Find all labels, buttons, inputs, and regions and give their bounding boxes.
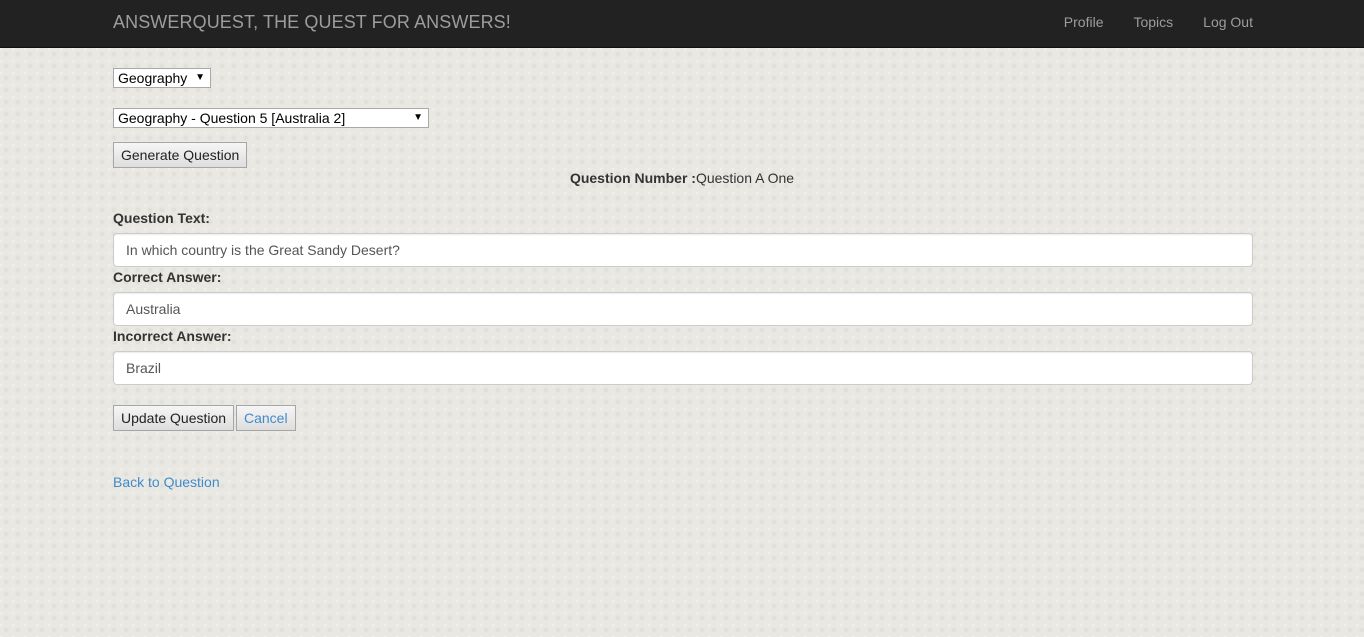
- question-number-value: Question A One: [695, 170, 795, 186]
- topic-select-value: Geography: [118, 70, 188, 86]
- nav-logout-link[interactable]: Log Out: [1203, 14, 1253, 30]
- top-navbar: ANSWERQUEST, THE QUEST FOR ANSWERS! Prof…: [0, 0, 1364, 48]
- question-select-value: Geography - Question 5 [Australia 2]: [118, 110, 346, 126]
- chevron-down-icon: ▼: [413, 112, 423, 123]
- question-text-input[interactable]: In which country is the Great Sandy Dese…: [113, 233, 1253, 267]
- nav-topics-link[interactable]: Topics: [1133, 14, 1173, 30]
- question-number-label: Question Number :: [569, 170, 696, 186]
- correct-answer-label: Correct Answer:: [113, 269, 222, 285]
- generate-question-button[interactable]: Generate Question: [113, 142, 248, 168]
- incorrect-answer-label: Incorrect Answer:: [113, 328, 232, 344]
- incorrect-answer-input[interactable]: Brazil: [113, 351, 1253, 385]
- question-number: Question Number :Question A One: [0, 170, 1364, 186]
- update-question-button[interactable]: Update Question: [113, 405, 235, 431]
- nav-links: Profile Topics Log Out: [1064, 14, 1253, 30]
- back-to-question-link[interactable]: Back to Question: [113, 474, 220, 490]
- question-select[interactable]: Geography - Question 5 [Australia 2] ▼: [113, 108, 429, 128]
- cancel-button[interactable]: Cancel: [236, 405, 296, 431]
- brand-link[interactable]: ANSWERQUEST, THE QUEST FOR ANSWERS!: [113, 12, 511, 32]
- nav-profile-link[interactable]: Profile: [1064, 14, 1104, 30]
- topic-select[interactable]: Geography ▼: [113, 68, 211, 88]
- chevron-down-icon: ▼: [195, 72, 205, 83]
- correct-answer-input[interactable]: Australia: [113, 292, 1253, 326]
- question-text-label: Question Text:: [113, 210, 210, 226]
